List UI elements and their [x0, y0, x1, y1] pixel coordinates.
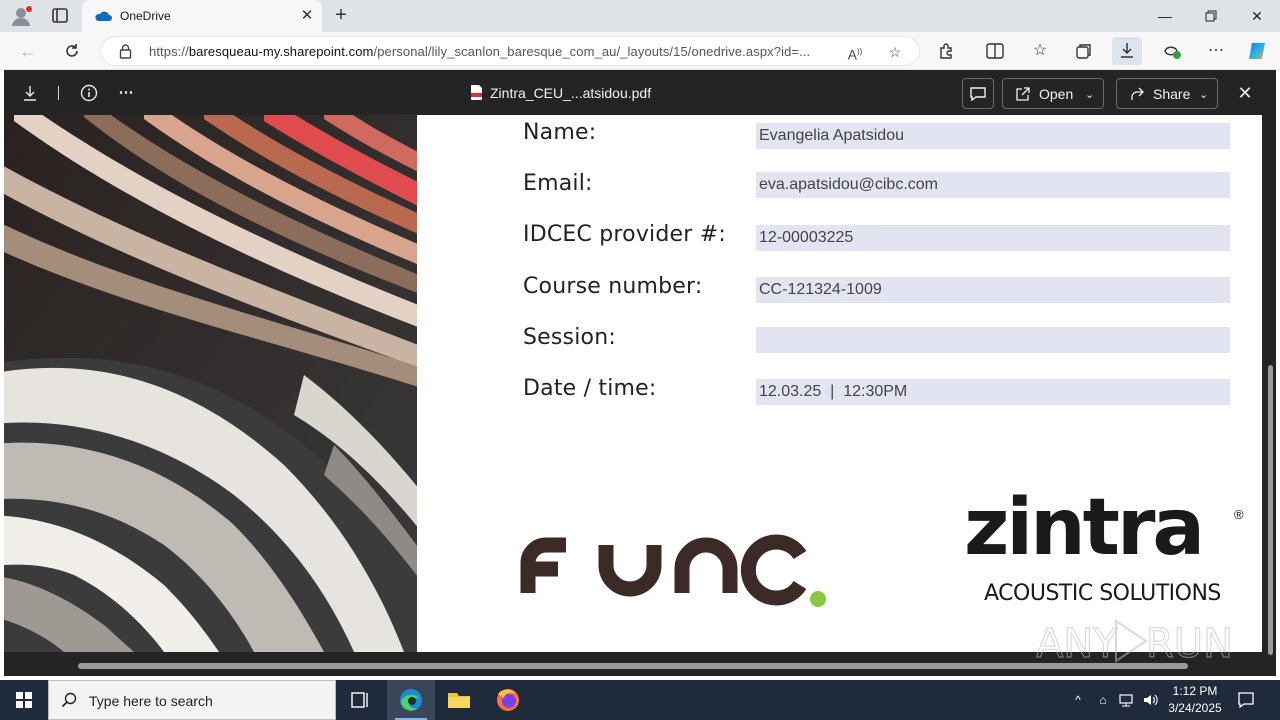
name-label: Name:	[523, 120, 597, 145]
date-time-label: Date / time:	[523, 376, 657, 401]
file-name: Zintra_CEU_...atsidou.pdf	[490, 85, 652, 101]
chevron-down-icon: ⌄	[1199, 89, 1209, 101]
name-field: Evangelia Apatsidou	[756, 123, 1230, 149]
header-divider	[58, 86, 59, 100]
back-icon[interactable]: ←	[16, 39, 40, 63]
firefox-icon[interactable]	[484, 680, 532, 720]
new-tab-button[interactable]: +	[330, 5, 352, 27]
notifications-icon[interactable]	[1236, 690, 1256, 710]
browser-tab-strip: OneDrive ✕ + — ✕	[0, 0, 1280, 32]
acoustic-panel-photo	[4, 115, 417, 652]
more-options-icon[interactable]: ⋯	[115, 82, 137, 104]
favorite-star-icon[interactable]: ☆	[885, 42, 905, 62]
idcec-field: 12-00003225	[756, 225, 1230, 251]
email-label: Email:	[523, 171, 593, 196]
date-time-field: 12.03.25 | 12:30PM	[756, 379, 1230, 405]
zintra-tagline: ACOUSTIC SOLUTIONS	[984, 581, 1221, 606]
email-field: eva.apatsidou@cibc.com	[756, 172, 1230, 198]
screen: OneDrive ✕ + — ✕ ← https://baresqueau-my…	[0, 0, 1280, 720]
idcec-label: IDCEC provider #:	[523, 222, 726, 247]
open-button[interactable]: Open ⌄	[1002, 78, 1104, 109]
system-clock[interactable]: 1:12 PM 3/24/2025	[1162, 683, 1228, 717]
search-icon	[61, 692, 77, 713]
chevron-down-icon: ⌄	[1085, 89, 1095, 101]
course-number-value: CC-121324-1009	[759, 281, 882, 298]
date-time-value: 12.03.25 | 12:30PM	[759, 383, 908, 400]
edge-taskbar-icon[interactable]	[387, 680, 435, 720]
url-text: https://baresqueau-my.sharepoint.com/per…	[149, 44, 811, 59]
viewer-header: ⋯ Zintra_CEU_...atsidou.pdf Open ⌄ Share…	[4, 70, 1276, 115]
copilot-icon[interactable]	[1245, 39, 1269, 63]
tab-onedrive[interactable]: OneDrive ✕	[82, 0, 322, 32]
onedrive-cloud-icon	[94, 9, 112, 27]
refresh-icon[interactable]	[60, 39, 84, 63]
share-button[interactable]: Share ⌄	[1116, 78, 1218, 109]
session-field	[756, 327, 1230, 353]
favorites-icon[interactable]: ☆	[1028, 39, 1052, 63]
idcec-value: 12-00003225	[759, 229, 854, 246]
windows-taskbar: Type here to search ^ ⌂ 1:12 PM 3/24/202…	[0, 680, 1280, 720]
info-icon[interactable]	[78, 82, 100, 104]
registered-mark: ®	[1234, 507, 1244, 522]
vertical-scrollbar[interactable]	[1264, 115, 1276, 655]
course-number-label: Course number:	[523, 274, 703, 299]
pdf-page: Name: Evangelia Apatsidou Email: eva.apa…	[4, 115, 1262, 652]
course-number-field: CC-121324-1009	[756, 277, 1230, 303]
more-menu-icon[interactable]: ⋯	[1204, 39, 1228, 63]
usb-device-icon[interactable]: ⌂	[1095, 692, 1111, 708]
collections-icon[interactable]	[1072, 39, 1096, 63]
minimize-button[interactable]: —	[1150, 4, 1180, 28]
address-bar[interactable]: https://baresqueau-my.sharepoint.com/per…	[100, 36, 920, 66]
name-value: Evangelia Apatsidou	[759, 127, 904, 144]
vertical-scroll-thumb[interactable]	[1268, 365, 1273, 655]
extensions-icon[interactable]	[935, 39, 959, 63]
download-icon[interactable]	[19, 82, 41, 104]
pdf-viewer: ⋯ Zintra_CEU_...atsidou.pdf Open ⌄ Share…	[4, 70, 1276, 676]
svg-text:RUN: RUN	[1146, 621, 1233, 667]
session-label: Session:	[523, 325, 616, 350]
network-icon[interactable]	[1118, 692, 1134, 708]
zintra-wordmark: zintra	[964, 483, 1205, 573]
chevron-up-icon[interactable]: ^	[1070, 692, 1086, 708]
profile-avatar[interactable]	[10, 5, 34, 27]
open-label: Open	[1039, 86, 1074, 102]
start-button[interactable]	[0, 680, 48, 720]
share-label: Share	[1153, 86, 1191, 102]
volume-icon[interactable]	[1142, 692, 1158, 708]
tab-actions-icon[interactable]	[48, 6, 72, 26]
anyrun-watermark: ANY RUN	[1035, 615, 1236, 668]
close-window-button[interactable]: ✕	[1242, 4, 1272, 28]
pdf-file-icon	[470, 84, 483, 106]
tab-close-icon[interactable]: ✕	[298, 7, 316, 25]
browser-toolbar: ← https://baresqueau-my.sharepoint.com/p…	[0, 32, 1280, 70]
search-placeholder: Type here to search	[89, 693, 213, 709]
comments-button[interactable]	[962, 78, 994, 109]
email-value: eva.apatsidou@cibc.com	[759, 176, 938, 193]
lock-icon[interactable]	[119, 44, 132, 64]
read-aloud-icon[interactable]: A))	[845, 42, 865, 63]
restore-button[interactable]	[1196, 4, 1226, 28]
taskbar-search-box[interactable]: Type here to search	[48, 680, 336, 720]
zintra-logo: zintra ® ACOUSTIC SOLUTIONS	[964, 483, 1254, 613]
clock-date: 3/24/2025	[1168, 701, 1222, 715]
downloads-icon[interactable]	[1112, 37, 1142, 65]
horizontal-scroll-thumb[interactable]	[78, 663, 1188, 669]
browser-essentials-icon[interactable]	[1160, 39, 1184, 63]
task-view-icon[interactable]	[336, 680, 384, 720]
split-screen-icon[interactable]	[983, 39, 1007, 63]
file-explorer-icon[interactable]	[435, 680, 483, 720]
close-viewer-icon[interactable]: ✕	[1234, 82, 1256, 104]
clock-time: 1:12 PM	[1172, 684, 1218, 698]
watermark-any: ANY	[1036, 621, 1118, 667]
func-logo	[520, 525, 830, 611]
tab-title: OneDrive	[120, 9, 171, 23]
